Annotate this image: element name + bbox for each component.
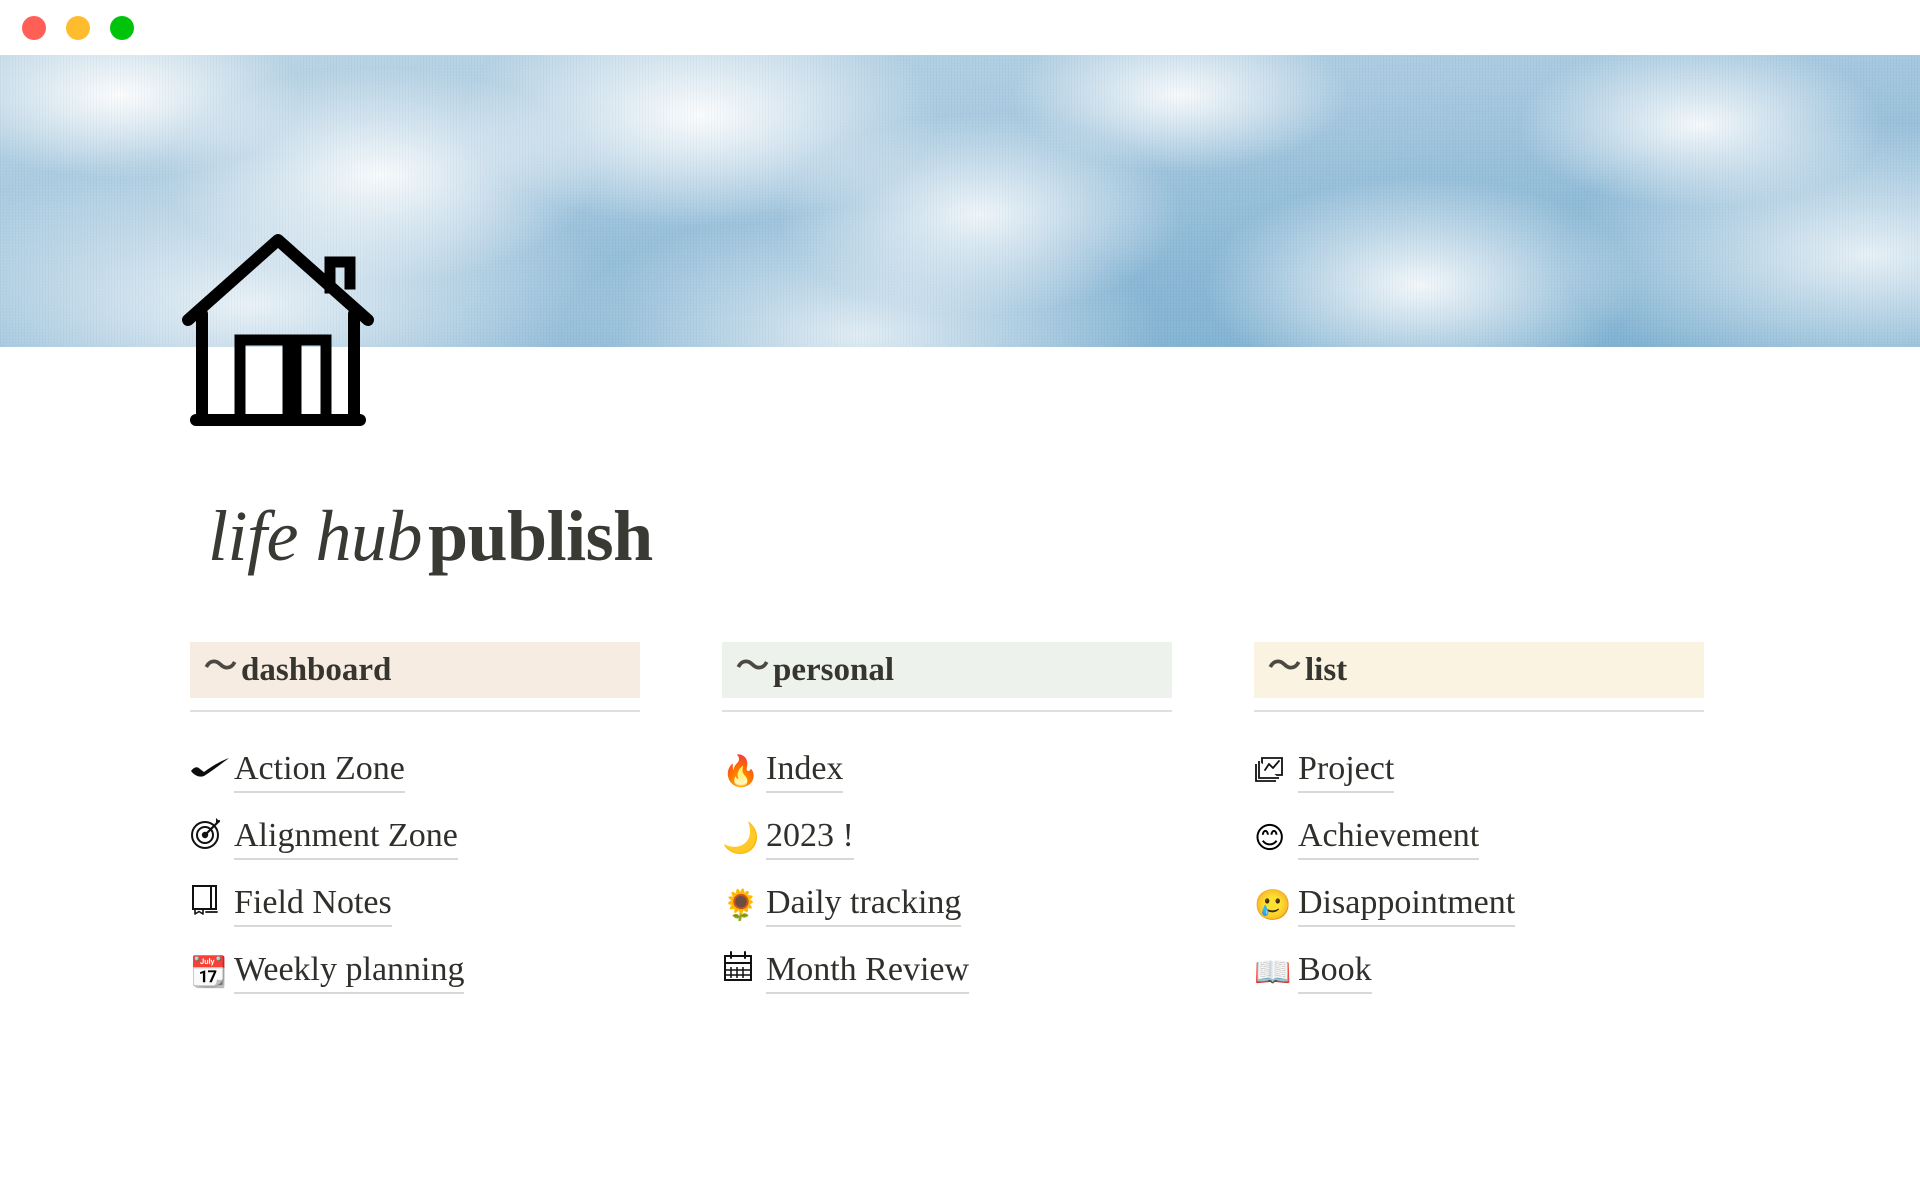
notebook-icon: [190, 883, 234, 927]
column-items-list: Project 😊 Achievement 🥲 Disappointment 📖…: [1254, 726, 1704, 994]
list-item-label: Action Zone: [234, 751, 405, 793]
dart-target-icon: [190, 816, 234, 860]
calendar-icon: [722, 950, 766, 994]
window-controls: [22, 15, 134, 40]
flame-icon: 🔥: [722, 754, 760, 789]
column-container: 〜 dashboard Action Zone Alignment Zone F…: [190, 642, 1750, 994]
close-button[interactable]: [22, 15, 46, 40]
list-item[interactable]: Alignment Zone: [190, 793, 640, 860]
column-personal: 〜 personal 🔥 Index 🌙 2023 ! 🌻 Daily trac…: [722, 642, 1172, 994]
list-item[interactable]: Month Review: [722, 927, 1172, 994]
list-item-label: Field Notes: [234, 885, 392, 927]
list-item[interactable]: 😊 Achievement: [1254, 793, 1704, 860]
list-item-label: Daily tracking: [766, 885, 962, 927]
column-divider: [722, 710, 1172, 712]
squiggle-icon: 〜: [736, 648, 769, 685]
list-item[interactable]: 🔥 Index: [722, 726, 1172, 793]
sunflower-icon: 🌻: [722, 888, 760, 923]
list-item[interactable]: 📖 Book: [1254, 927, 1704, 994]
house-icon[interactable]: [178, 222, 378, 427]
column-heading-label: list: [1305, 651, 1348, 688]
squiggle-icon: 〜: [1268, 648, 1301, 685]
minimize-button[interactable]: [66, 15, 90, 40]
column-heading-dashboard: 〜 dashboard: [190, 642, 640, 698]
open-book-arrow-icon: 📖: [1254, 955, 1292, 990]
column-heading-label: dashboard: [241, 651, 392, 688]
crying-face-icon: 🥲: [1254, 888, 1292, 923]
chart-pages-icon: [1254, 749, 1298, 793]
column-heading-personal: 〜 personal: [722, 642, 1172, 698]
squiggle-icon: 〜: [204, 648, 237, 685]
column-dashboard: 〜 dashboard Action Zone Alignment Zone F…: [190, 642, 640, 994]
column-heading-list: 〜 list: [1254, 642, 1704, 698]
swoosh-check-icon: [190, 757, 234, 793]
column-items-personal: 🔥 Index 🌙 2023 ! 🌻 Daily tracking Month …: [722, 726, 1172, 994]
column-divider: [1254, 710, 1704, 712]
list-item-label: Alignment Zone: [234, 818, 458, 860]
page-title-bold: publish: [427, 496, 653, 576]
page-title: life hubpublish: [208, 495, 653, 578]
column-list: 〜 list Project 😊 Achievement 🥲 Disappoin…: [1254, 642, 1704, 994]
list-item-label: Weekly planning: [234, 952, 465, 994]
list-item-label: 2023 !: [766, 818, 854, 860]
list-item[interactable]: Field Notes: [190, 860, 640, 927]
list-item-label: Index: [766, 751, 844, 793]
column-items-dashboard: Action Zone Alignment Zone Field Notes 📆…: [190, 726, 640, 994]
list-item[interactable]: 📆 Weekly planning: [190, 927, 640, 994]
list-item[interactable]: Action Zone: [190, 726, 640, 793]
column-divider: [190, 710, 640, 712]
list-item[interactable]: Project: [1254, 726, 1704, 793]
list-item[interactable]: 🌻 Daily tracking: [722, 860, 1172, 927]
list-item-label: Book: [1298, 952, 1372, 994]
window-titlebar: [0, 0, 1920, 55]
list-item[interactable]: 🥲 Disappointment: [1254, 860, 1704, 927]
page-content: life hubpublish 〜 dashboard Action Zone: [0, 347, 1920, 1200]
smiling-face-icon: 😊: [1254, 821, 1286, 856]
maximize-button[interactable]: [110, 15, 134, 40]
list-item-label: Disappointment: [1298, 885, 1516, 927]
list-item[interactable]: 🌙 2023 !: [722, 793, 1172, 860]
crescent-moon-icon: 🌙: [722, 821, 760, 856]
list-item-label: Project: [1298, 751, 1395, 793]
page-title-italic: life hub: [208, 496, 422, 576]
list-item-label: Achievement: [1298, 818, 1480, 860]
list-item-label: Month Review: [766, 952, 970, 994]
spiral-calendar-icon: 📆: [190, 955, 228, 990]
column-heading-label: personal: [773, 651, 895, 688]
